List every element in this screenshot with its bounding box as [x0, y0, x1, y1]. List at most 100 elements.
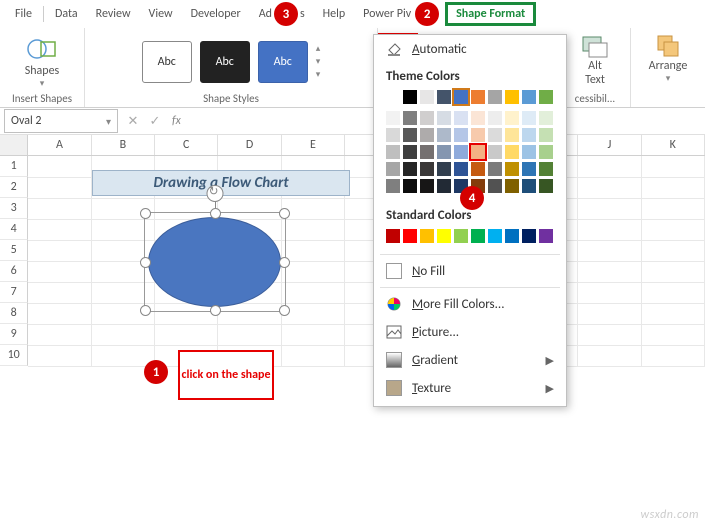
color-swatch[interactable] [420, 229, 434, 243]
color-swatch[interactable] [522, 162, 536, 176]
color-swatch[interactable] [488, 145, 502, 159]
tab-developer[interactable]: Developer [182, 3, 250, 25]
col-J[interactable]: J [578, 135, 641, 155]
row-9[interactable]: 9 [0, 324, 28, 345]
color-swatch[interactable] [539, 162, 553, 176]
fill-no-fill[interactable]: No Fill [374, 257, 566, 285]
fill-picture[interactable]: Picture... [374, 318, 566, 346]
color-swatch[interactable] [471, 162, 485, 176]
col-E[interactable]: E [282, 135, 345, 155]
color-swatch[interactable] [505, 90, 519, 104]
resize-handle-nw[interactable] [140, 208, 151, 219]
resize-handle-w[interactable] [140, 257, 151, 268]
color-swatch[interactable] [471, 111, 485, 125]
color-swatch[interactable] [471, 145, 485, 159]
color-swatch[interactable] [386, 162, 400, 176]
col-B[interactable]: B [92, 135, 155, 155]
alt-text-button[interactable]: Alt Text [581, 31, 609, 87]
color-swatch[interactable] [437, 90, 451, 104]
resize-handle-ne[interactable] [279, 208, 290, 219]
color-swatch[interactable] [437, 145, 451, 159]
tab-help[interactable]: Help [314, 3, 355, 25]
color-swatch[interactable] [386, 179, 400, 193]
resize-handle-s[interactable] [210, 305, 221, 316]
shapes-gallery-button[interactable]: Shapes ▾ [25, 34, 60, 89]
fill-more-colors[interactable]: More Fill Colors... [374, 290, 566, 318]
color-swatch[interactable] [420, 145, 434, 159]
fill-gradient[interactable]: Gradient ▶ [374, 346, 566, 374]
formula-enter[interactable]: ✓ [144, 114, 166, 129]
color-swatch[interactable] [505, 179, 519, 193]
row-3[interactable]: 3 [0, 198, 28, 219]
color-swatch[interactable] [437, 162, 451, 176]
style-scroll-up[interactable]: ▴ [316, 43, 321, 54]
color-swatch[interactable] [454, 145, 468, 159]
row-5[interactable]: 5 [0, 240, 28, 261]
color-swatch[interactable] [386, 229, 400, 243]
color-swatch[interactable] [403, 128, 417, 142]
resize-handle-se[interactable] [279, 305, 290, 316]
color-swatch[interactable] [539, 111, 553, 125]
row-10[interactable]: 10 [0, 345, 28, 366]
color-swatch[interactable] [403, 90, 417, 104]
color-swatch[interactable] [488, 229, 502, 243]
tab-addins-part2[interactable]: s [300, 3, 314, 25]
tab-shape-format[interactable]: Shape Format [445, 2, 536, 26]
row-6[interactable]: 6 [0, 261, 28, 282]
color-swatch[interactable] [488, 111, 502, 125]
chevron-down-icon[interactable]: ▾ [106, 115, 111, 128]
color-swatch[interactable] [386, 111, 400, 125]
color-swatch[interactable] [505, 111, 519, 125]
fx-label[interactable]: fx [166, 114, 181, 128]
color-swatch[interactable] [539, 90, 553, 104]
color-swatch[interactable] [420, 179, 434, 193]
color-swatch[interactable] [522, 90, 536, 104]
col-C[interactable]: C [155, 135, 218, 155]
shape-style-preset-3[interactable]: Abc [258, 41, 308, 83]
color-swatch[interactable] [454, 162, 468, 176]
worksheet-grid[interactable]: 1 2 3 4 5 6 7 8 9 10 Drawing a Flow Char… [0, 156, 705, 366]
resize-handle-n[interactable] [210, 208, 221, 219]
color-swatch[interactable] [522, 229, 536, 243]
color-swatch[interactable] [420, 128, 434, 142]
color-swatch[interactable] [420, 162, 434, 176]
fill-texture[interactable]: Texture ▶ [374, 374, 566, 402]
style-scroll-down[interactable]: ▾ [316, 56, 321, 67]
color-swatch[interactable] [386, 90, 400, 104]
color-swatch[interactable] [471, 128, 485, 142]
select-all-triangle[interactable] [0, 135, 28, 155]
color-swatch[interactable] [522, 179, 536, 193]
tab-file[interactable]: File [6, 3, 41, 25]
color-swatch[interactable] [420, 111, 434, 125]
color-swatch[interactable] [505, 128, 519, 142]
tab-view[interactable]: View [140, 3, 182, 25]
color-swatch[interactable] [386, 145, 400, 159]
tab-data[interactable]: Data [46, 3, 87, 25]
col-K[interactable]: K [642, 135, 705, 155]
color-swatch[interactable] [522, 128, 536, 142]
color-swatch[interactable] [522, 111, 536, 125]
color-swatch[interactable] [505, 145, 519, 159]
color-swatch[interactable] [488, 179, 502, 193]
color-swatch[interactable] [488, 90, 502, 104]
color-swatch[interactable] [403, 111, 417, 125]
fill-automatic[interactable]: Automatic [374, 35, 566, 63]
shape-style-preset-2[interactable]: Abc [200, 41, 250, 83]
tab-addins-part1[interactable]: Ad [250, 3, 272, 25]
color-swatch[interactable] [539, 179, 553, 193]
formula-cancel[interactable]: ✕ [122, 114, 144, 129]
color-swatch[interactable] [437, 128, 451, 142]
color-swatch[interactable] [386, 128, 400, 142]
color-swatch[interactable] [454, 128, 468, 142]
color-swatch[interactable] [471, 90, 485, 104]
color-swatch[interactable] [437, 111, 451, 125]
color-swatch[interactable] [437, 179, 451, 193]
row-8[interactable]: 8 [0, 303, 28, 324]
row-2[interactable]: 2 [0, 177, 28, 198]
shape-style-preset-1[interactable]: Abc [142, 41, 192, 83]
color-swatch[interactable] [403, 229, 417, 243]
tab-review[interactable]: Review [87, 3, 140, 25]
color-swatch[interactable] [454, 90, 468, 104]
name-box[interactable]: Oval 2 ▾ [4, 109, 118, 133]
style-expand[interactable]: ▾ [316, 69, 321, 80]
